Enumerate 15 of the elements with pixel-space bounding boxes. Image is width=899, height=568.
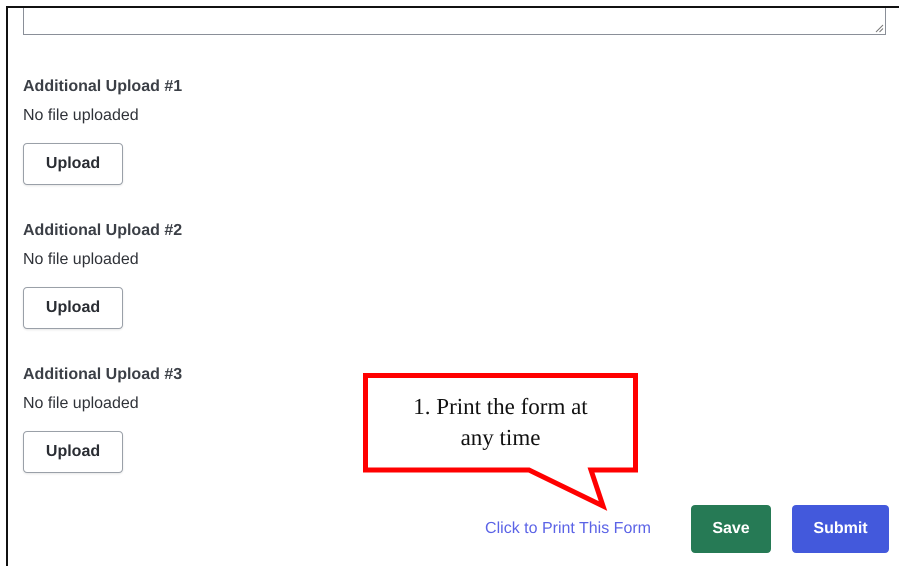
- upload-label: Additional Upload #3: [23, 365, 182, 385]
- upload-button[interactable]: Upload: [23, 431, 123, 473]
- upload-button[interactable]: Upload: [23, 143, 123, 185]
- upload-status: No file uploaded: [23, 394, 139, 414]
- upload-status: No file uploaded: [23, 106, 139, 126]
- upload-label: Additional Upload #2: [23, 221, 182, 241]
- upload-status: No file uploaded: [23, 250, 139, 270]
- upload-button[interactable]: Upload: [23, 287, 123, 329]
- upload-label: Additional Upload #1: [23, 77, 182, 97]
- callout-text: 1. Print the form at any time: [412, 393, 589, 452]
- submit-button[interactable]: Submit: [792, 505, 889, 553]
- resize-grip-icon[interactable]: [875, 24, 884, 33]
- save-button[interactable]: Save: [691, 505, 771, 553]
- text-area[interactable]: [23, 8, 886, 35]
- print-link[interactable]: Click to Print This Form: [485, 520, 651, 538]
